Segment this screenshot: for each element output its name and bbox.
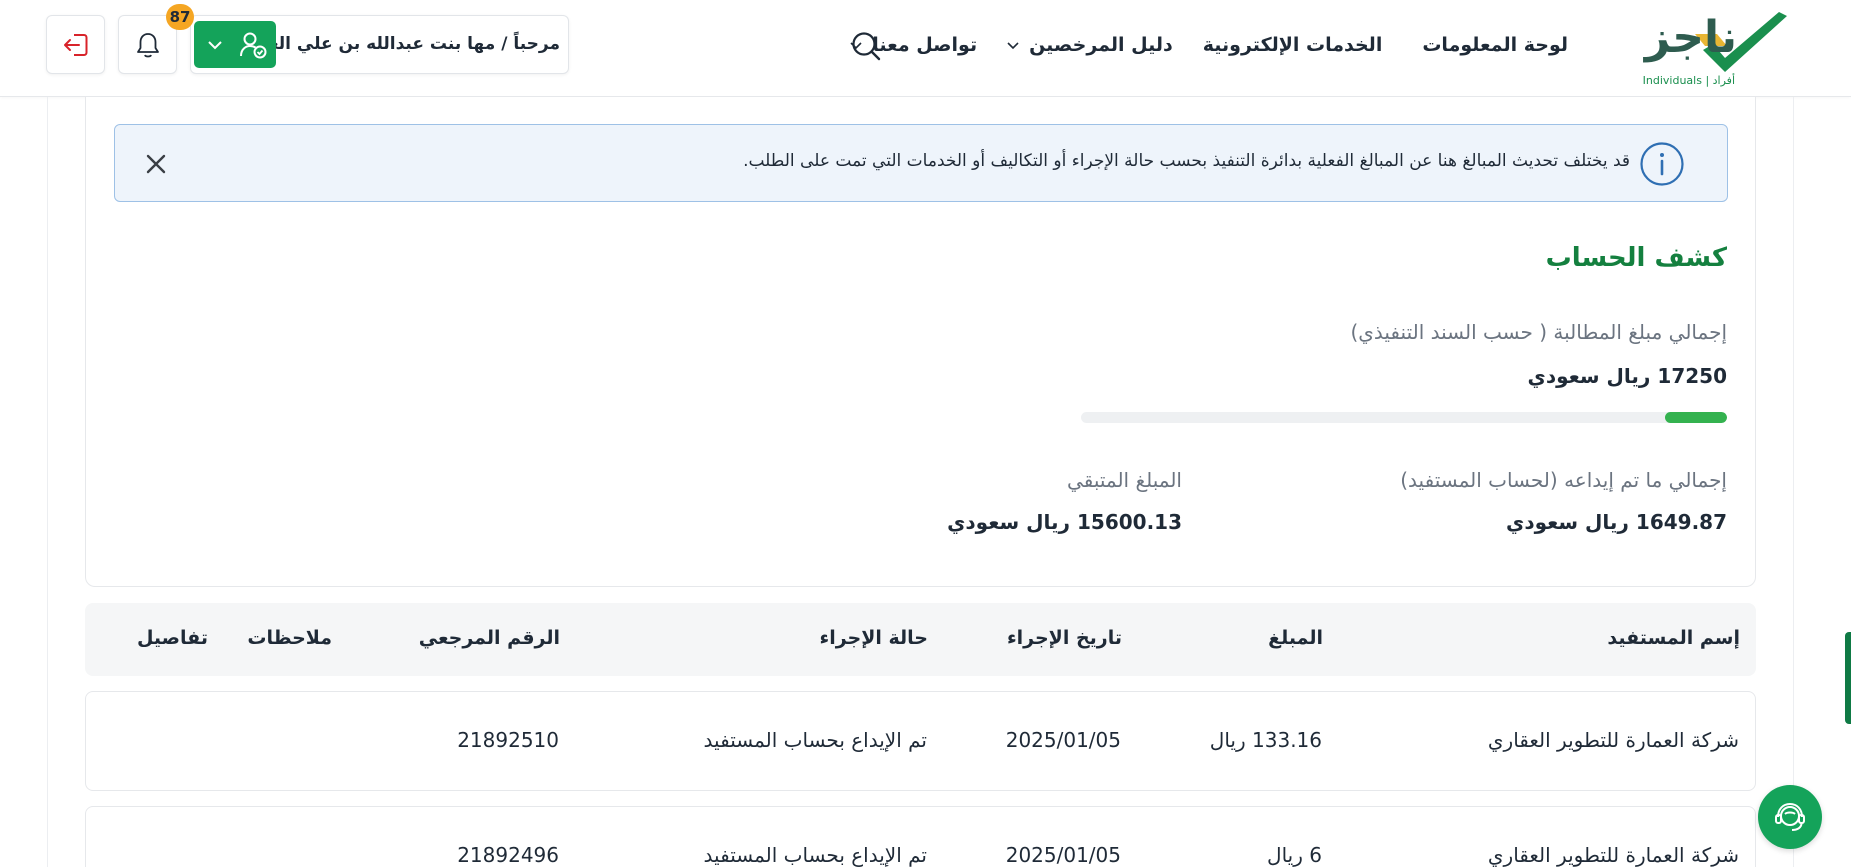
total-claim-value: 17250 ريال سعودي [1527,364,1728,388]
column-header-amount: المبلغ [1268,627,1323,649]
cell-beneficiary: شركة العمارة للتطوير العقاري [1487,843,1739,867]
nav-item-dashboard[interactable]: لوحة المعلومات [1422,34,1568,56]
bell-icon [137,33,159,58]
deposited-label: إجمالي ما تم إيداعه (لحساب المستفيد) [1400,468,1727,492]
column-header-beneficiary: إسم المستفيد [1607,627,1740,649]
chevron-down-icon [1007,42,1019,50]
cell-status: تم الإيداع بحساب المستفيد [703,843,927,867]
total-claim-label: إجمالي مبلغ المطالبة ( حسب السند التنفيذ… [1350,320,1727,344]
top-header: ناجز Individuals | أفراد لوحة المعلومات … [0,0,1851,97]
deposited-value: 1649.87 ريال سعودي [1506,510,1727,534]
logout-button[interactable] [46,15,105,74]
close-icon[interactable] [143,151,169,177]
column-header-notes: ملاحظات [247,627,332,649]
search-icon[interactable] [850,30,882,62]
side-feedback-tab[interactable] [1845,632,1851,724]
cell-amount: 133.16 ريال [1209,728,1322,752]
user-greeting: مرحباً / مها بنت عبدالله بن علي الغريبي [228,34,560,54]
info-icon [1640,142,1684,186]
section-title: كشف الحساب [1545,243,1727,273]
main-nav: لوحة المعلومات الخدمات الإلكترونية دليل … [808,30,1568,60]
alert-message: قد يختلف تحديث المبالغ هنا عن المبالغ ال… [743,151,1630,171]
nav-item-label: الخدمات الإلكترونية [1202,34,1383,56]
payment-progress-fill [1665,412,1727,423]
chevron-down-icon [208,41,222,50]
remaining-label: المبلغ المتبقي [1067,468,1182,492]
user-dropdown-button[interactable] [194,21,276,68]
nav-item-e-services[interactable]: الخدمات الإلكترونية [1203,34,1383,56]
remaining-value: 15600.13 ريال سعودي [947,510,1182,534]
cell-date: 2025/01/05 [1005,843,1121,867]
payment-progress-bar [1081,412,1727,423]
nav-item-label: لوحة المعلومات [1422,34,1568,56]
logo-text: ناجز [1644,12,1737,63]
column-header-details: تفاصيل [136,627,208,649]
column-header-date: تاريخ الإجراء [1006,627,1122,649]
notification-badge: 87 [166,4,194,30]
table-header: إسم المستفيد المبلغ تاريخ الإجراء حالة ا… [85,603,1756,676]
cell-beneficiary: شركة العمارة للتطوير العقاري [1487,728,1739,752]
support-chat-button[interactable] [1758,785,1822,849]
support-agent-icon [1775,802,1805,831]
table-row[interactable]: شركة العمارة للتطوير العقاري 133.16 ريال… [85,691,1756,791]
cell-status: تم الإيداع بحساب المستفيد [703,728,927,752]
column-header-reference: الرقم المرجعي [418,627,560,649]
nav-item-label: تواصل معنا [872,34,978,56]
user-menu[interactable]: مرحباً / مها بنت عبدالله بن علي الغريبي [190,15,569,74]
table-row[interactable]: شركة العمارة للتطوير العقاري 6 ريال 2025… [85,806,1756,867]
logout-icon [64,34,88,56]
nav-item-label: دليل المرخصين [1029,34,1173,56]
cell-reference: 21892510 [457,728,559,752]
cell-date: 2025/01/05 [1005,728,1121,752]
user-check-icon [240,32,267,59]
cell-amount: 6 ريال [1267,843,1322,867]
najiz-logo[interactable]: ناجز Individuals | أفراد [1635,10,1795,87]
cell-reference: 21892496 [457,843,559,867]
logo-subtitle: Individuals | أفراد [1642,74,1735,87]
column-header-status: حالة الإجراء [819,627,929,649]
info-alert: قد يختلف تحديث المبالغ هنا عن المبالغ ال… [114,124,1728,202]
nav-item-licensees-guide[interactable]: دليل المرخصين [1005,34,1173,56]
